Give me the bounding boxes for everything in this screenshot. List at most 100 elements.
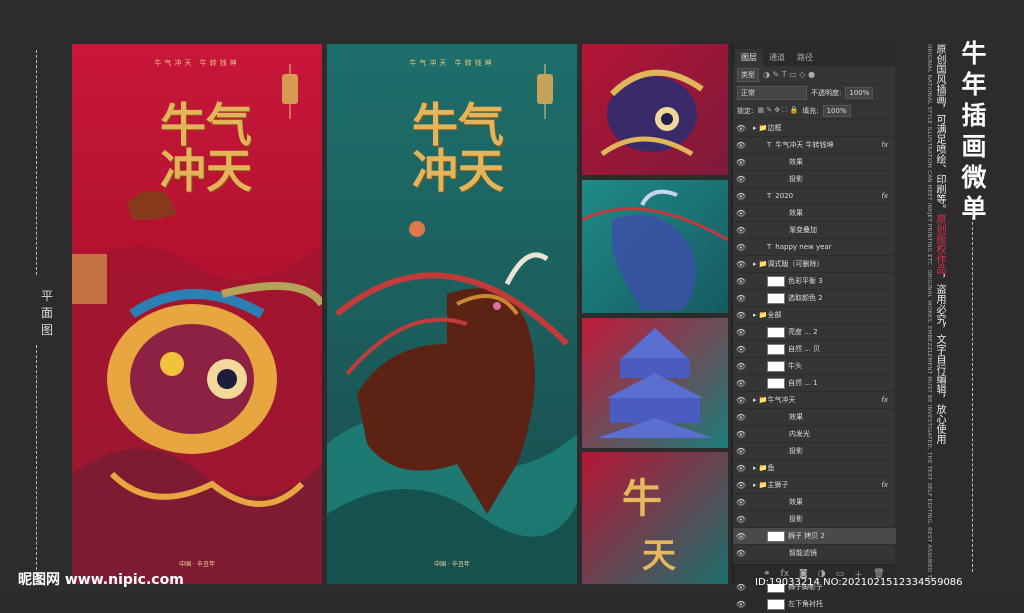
layer-row[interactable]: 👁 亮度 ... 2: [733, 324, 896, 341]
layer-row[interactable]: 👁 自然 ... 贝: [733, 341, 896, 358]
visibility-eye-icon[interactable]: 👁: [733, 175, 749, 184]
layer-name: 狮子 拷贝 2: [788, 532, 825, 540]
tab-paths[interactable]: 路径: [791, 49, 819, 66]
layer-row[interactable]: 👁 渐变叠加: [733, 222, 896, 239]
visibility-eye-icon[interactable]: 👁: [733, 243, 749, 252]
layer-row[interactable]: 👁 ▸ 📁 牛气冲天 fx: [733, 392, 896, 409]
layer-row[interactable]: 👁 ▸ 📁 全部: [733, 307, 896, 324]
layer-name: 投影: [789, 175, 803, 183]
layer-name: 左下角衬托: [788, 600, 823, 608]
description-line1: 原创国风插画，可满足喷绘、印刷等。: [934, 44, 945, 214]
layer-name: 牛头: [788, 362, 802, 370]
visibility-eye-icon[interactable]: 👁: [733, 192, 749, 201]
layer-name: 效果: [789, 158, 803, 166]
visibility-eye-icon[interactable]: 👁: [733, 362, 749, 371]
visibility-eye-icon[interactable]: 👁: [733, 209, 749, 218]
visibility-eye-icon[interactable]: 👁: [733, 141, 749, 150]
fx-badge-icon[interactable]: fx: [881, 141, 888, 149]
layer-row[interactable]: 👁 色彩平衡 3: [733, 273, 896, 290]
folder-icon: ▸ 📁: [753, 260, 768, 268]
layer-row[interactable]: 👁 内发光: [733, 426, 896, 443]
visibility-eye-icon[interactable]: 👁: [733, 294, 749, 303]
visibility-eye-icon[interactable]: 👁: [733, 277, 749, 286]
layer-row[interactable]: 👁 ▸ 📁 主狮子 fx: [733, 477, 896, 494]
right-dashed-divider: [972, 212, 973, 572]
layer-row[interactable]: 👁 ▸ 📁 边框: [733, 120, 896, 137]
visibility-eye-icon[interactable]: 👁: [733, 328, 749, 337]
visibility-eye-icon[interactable]: 👁: [733, 260, 749, 269]
visibility-eye-icon[interactable]: 👁: [733, 447, 749, 456]
layer-row[interactable]: 👁 左下角衬托: [733, 596, 896, 613]
layer-row[interactable]: 👁 T 2020 fx: [733, 188, 896, 205]
layer-row[interactable]: 👁 投影: [733, 171, 896, 188]
layer-row[interactable]: 👁 T happy new year: [733, 239, 896, 256]
text-layer-icon: T: [767, 141, 772, 149]
blend-row: 正常 不透明度: 100%: [733, 84, 895, 102]
layer-name: 智能滤镜: [789, 549, 817, 557]
side-label: 平面图: [40, 289, 53, 337]
filter-row: 类型 ◑ ✎ T ▭ ◇ ●: [733, 66, 895, 84]
folder-icon: ▸ 📁: [753, 124, 768, 132]
layer-row[interactable]: 👁 T 牛气冲天 牛转钱坤 fx: [733, 137, 896, 154]
text-layer-icon: T: [767, 192, 772, 200]
fx-badge-icon[interactable]: fx: [881, 481, 888, 489]
fx-badge-icon[interactable]: fx: [881, 192, 888, 200]
panel-tabs: 图层 通道 路径: [733, 44, 895, 66]
filter-kind-select[interactable]: 类型: [737, 67, 759, 82]
layer-name: 自然 ... 贝: [788, 345, 821, 353]
layer-row[interactable]: 👁 投影: [733, 443, 896, 460]
layer-name: 投影: [789, 447, 803, 455]
page-title: 牛年插画微单: [958, 40, 987, 226]
visibility-eye-icon[interactable]: 👁: [733, 226, 749, 235]
visibility-eye-icon[interactable]: 👁: [733, 124, 749, 133]
lock-icons[interactable]: ▦ ✎ ✥ ⛶ 🔒: [757, 106, 798, 115]
layer-row[interactable]: 👁 投影: [733, 511, 896, 528]
visibility-eye-icon[interactable]: 👁: [733, 430, 749, 439]
svg-text:天: 天: [642, 536, 676, 576]
layer-row[interactable]: 👁 牛头: [733, 358, 896, 375]
layer-row[interactable]: 👁 效果: [733, 494, 896, 511]
layer-row[interactable]: 👁 选取颜色 2: [733, 290, 896, 307]
layer-name: 2020: [775, 192, 794, 200]
opacity-input[interactable]: 100%: [845, 86, 874, 99]
tab-channels[interactable]: 通道: [763, 49, 791, 66]
dashed-divider-top: [36, 50, 37, 275]
poster-teal-calligraphy: 牛气冲天: [412, 98, 504, 198]
visibility-eye-icon[interactable]: 👁: [733, 498, 749, 507]
visibility-eye-icon[interactable]: 👁: [733, 396, 749, 405]
layer-row[interactable]: 👁 效果: [733, 205, 896, 222]
visibility-eye-icon[interactable]: 👁: [733, 481, 749, 490]
fill-input[interactable]: 100%: [822, 104, 851, 117]
poster-red-lion: 牛气冲天 牛转钱坤 牛气冲天 中国 · 辛丑年: [72, 44, 322, 584]
visibility-eye-icon[interactable]: 👁: [733, 413, 749, 422]
fx-badge-icon[interactable]: fx: [881, 396, 888, 404]
english-description: ORIGINAL NATIONAL STYLE ILLUSTRATION CAN…: [926, 44, 932, 584]
layer-row[interactable]: 👁 ▸ 📁 调式版（可删除）: [733, 256, 896, 273]
description-line2: ，盗用必究，文字自行编辑，放心使用: [934, 274, 945, 444]
layer-row[interactable]: 👁 ▸ 📁 鱼: [733, 460, 896, 477]
visibility-eye-icon[interactable]: 👁: [733, 532, 749, 541]
layer-row[interactable]: 👁 智能滤镜: [733, 545, 896, 562]
layer-row[interactable]: 👁 效果: [733, 154, 896, 171]
visibility-eye-icon[interactable]: 👁: [733, 311, 749, 320]
blend-mode-select[interactable]: 正常: [737, 85, 807, 100]
layer-row[interactable]: 👁 效果: [733, 409, 896, 426]
layer-thumbnail: [767, 275, 785, 287]
visibility-eye-icon[interactable]: 👁: [733, 549, 749, 558]
layer-row[interactable]: 👁 狮子 拷贝 2: [733, 528, 896, 545]
tab-layers[interactable]: 图层: [735, 49, 763, 66]
layer-thumbnail: [767, 377, 785, 389]
visibility-eye-icon[interactable]: 👁: [733, 600, 749, 609]
visibility-eye-icon[interactable]: 👁: [733, 464, 749, 473]
layer-name: 渐变叠加: [789, 226, 817, 234]
visibility-eye-icon[interactable]: 👁: [733, 379, 749, 388]
layer-row[interactable]: 👁 自然 ... 1: [733, 375, 896, 392]
visibility-eye-icon[interactable]: 👁: [733, 158, 749, 167]
lock-row: 锁定: ▦ ✎ ✥ ⛶ 🔒 填充: 100%: [733, 102, 895, 120]
filter-icons: ◑ ✎ T ▭ ◇ ●: [763, 70, 815, 79]
layer-thumbnail: [767, 343, 785, 355]
poster-red-calligraphy: 牛气冲天: [160, 98, 252, 198]
visibility-eye-icon[interactable]: 👁: [733, 345, 749, 354]
visibility-eye-icon[interactable]: 👁: [733, 515, 749, 524]
watermark-site: 昵图网 www.nipic.com: [18, 572, 184, 588]
